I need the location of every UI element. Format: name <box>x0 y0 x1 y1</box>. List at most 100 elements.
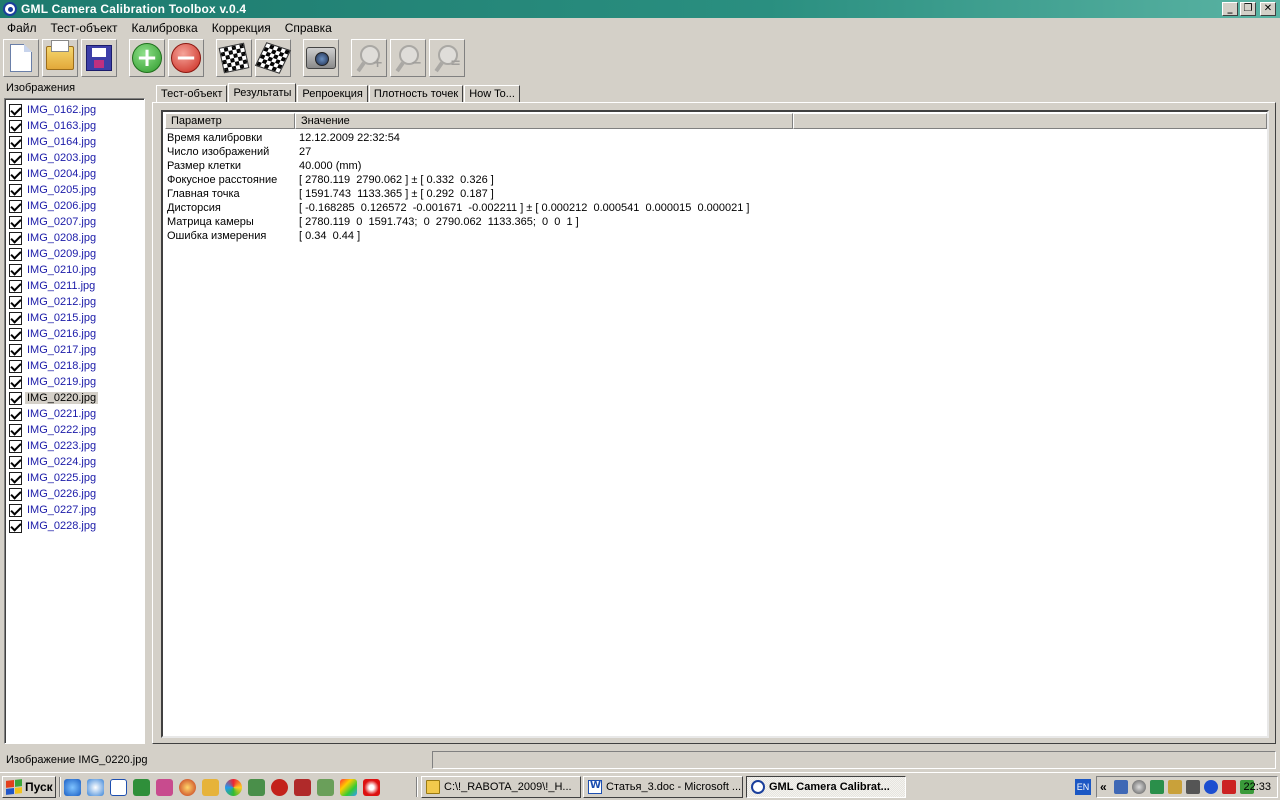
menu-help[interactable]: Справка <box>278 21 339 35</box>
list-item[interactable]: IMG_0204.jpg <box>5 166 144 182</box>
tab-2[interactable]: Репроекция <box>297 85 368 103</box>
list-item[interactable]: IMG_0211.jpg <box>5 278 144 294</box>
list-item[interactable]: IMG_0219.jpg <box>5 374 144 390</box>
monitor-tray-icon[interactable] <box>1186 780 1200 794</box>
list-item[interactable]: IMG_0164.jpg <box>5 134 144 150</box>
table-row[interactable]: Главная точка [ 1591.743 1133.365 ] ± [ 0… <box>167 187 999 201</box>
menu-calibration[interactable]: Калибровка <box>125 21 205 35</box>
network-tray-icon[interactable] <box>1114 780 1128 794</box>
list-item[interactable]: IMG_0224.jpg <box>5 454 144 470</box>
list-item[interactable]: IMG_0223.jpg <box>5 438 144 454</box>
media-icon[interactable] <box>179 779 196 796</box>
game-icon[interactable] <box>294 779 311 796</box>
image-checkbox[interactable] <box>9 391 22 405</box>
list-item[interactable]: IMG_0215.jpg <box>5 310 144 326</box>
table-row[interactable]: Число изображений 27 <box>167 145 999 159</box>
list-item[interactable]: IMG_0207.jpg <box>5 214 144 230</box>
image-checkbox[interactable] <box>9 503 22 517</box>
list-item[interactable]: IMG_0162.jpg <box>5 102 144 118</box>
taskbar-task-word[interactable]: Статья_3.doc - Microsoft ... <box>583 776 743 798</box>
image-checkbox[interactable] <box>9 167 22 181</box>
internet-explorer-icon[interactable] <box>64 779 81 796</box>
tab-3[interactable]: Плотность точек <box>368 85 464 103</box>
list-item[interactable]: IMG_0228.jpg <box>5 518 144 534</box>
image-checkbox[interactable] <box>9 183 22 197</box>
image-checkbox[interactable] <box>9 487 22 501</box>
app-eye-icon[interactable] <box>3 2 17 16</box>
image-checkbox[interactable] <box>9 103 22 117</box>
open-project-button[interactable] <box>42 39 78 77</box>
image-checkbox[interactable] <box>9 135 22 149</box>
image-checkbox[interactable] <box>9 215 22 229</box>
table-row[interactable]: Матрица камеры [ 2780.119 0 1591.743; 0 2… <box>167 215 999 229</box>
image-checkbox[interactable] <box>9 327 22 341</box>
close-button[interactable]: ✕ <box>1260 2 1276 16</box>
save-project-button[interactable] <box>81 39 117 77</box>
network-icon[interactable] <box>317 779 334 796</box>
globe-icon[interactable] <box>225 779 242 796</box>
column-header-value[interactable]: Значение <box>295 113 793 129</box>
tab-4[interactable]: How To... <box>464 85 520 103</box>
table-row[interactable]: Ошибка измерения [ 0.34 0.44 ] <box>167 229 999 243</box>
table-row[interactable]: Размер клетки 40.000 (mm) <box>167 159 999 173</box>
image-checkbox[interactable] <box>9 455 22 469</box>
image-checkbox[interactable] <box>9 423 22 437</box>
image-checkbox[interactable] <box>9 279 22 293</box>
splash-icon[interactable] <box>363 779 380 796</box>
calibrate-pattern-button[interactable] <box>254 39 292 77</box>
image-checkbox[interactable] <box>9 343 22 357</box>
tool-tray-icon[interactable] <box>1168 780 1182 794</box>
app-icon[interactable] <box>248 779 265 796</box>
list-item[interactable]: IMG_0227.jpg <box>5 502 144 518</box>
table-row[interactable]: Дисторсия [ -0.168285 0.126572 -0.001671 … <box>167 201 999 215</box>
table-row[interactable]: Фокусное расстояние [ 2780.119 2790.062 ]… <box>167 173 999 187</box>
tools-icon[interactable] <box>202 779 219 796</box>
menu-test-object[interactable]: Тест-объект <box>44 21 125 35</box>
detect-pattern-button[interactable] <box>216 39 252 77</box>
image-checkbox[interactable] <box>9 519 22 533</box>
zoom-fit-button[interactable]: = <box>429 39 465 77</box>
restore-button[interactable]: ❐ <box>1240 2 1256 16</box>
tab-0[interactable]: Тест-объект <box>156 85 228 103</box>
column-header-param[interactable]: Параметр <box>165 113 295 129</box>
taskbar-task-gml[interactable]: GML Camera Calibrat... <box>746 776 906 798</box>
list-item[interactable]: IMG_0203.jpg <box>5 150 144 166</box>
list-item[interactable]: IMG_0210.jpg <box>5 262 144 278</box>
image-checkbox[interactable] <box>9 247 22 261</box>
paint-icon[interactable] <box>340 779 357 796</box>
image-checkbox[interactable] <box>9 471 22 485</box>
list-item[interactable]: IMG_0222.jpg <box>5 422 144 438</box>
list-item[interactable]: IMG_0217.jpg <box>5 342 144 358</box>
menu-correction[interactable]: Коррекция <box>205 21 278 35</box>
language-indicator[interactable]: EN <box>1075 779 1091 795</box>
shield-tray-icon[interactable] <box>1150 780 1164 794</box>
list-item[interactable]: IMG_0208.jpg <box>5 230 144 246</box>
add-images-button[interactable]: + <box>129 39 165 77</box>
list-item[interactable]: IMG_0226.jpg <box>5 486 144 502</box>
list-item[interactable]: IMG_0163.jpg <box>5 118 144 134</box>
image-checkbox[interactable] <box>9 359 22 373</box>
list-item[interactable]: IMG_0221.jpg <box>5 406 144 422</box>
remove-images-button[interactable]: − <box>168 39 204 77</box>
list-item[interactable]: IMG_0212.jpg <box>5 294 144 310</box>
taskbar-task-folder[interactable]: C:\!_RABOTA_2009\!_H... <box>421 776 581 798</box>
table-row[interactable]: Время калибровки 12.12.2009 22:32:54 <box>167 131 999 145</box>
antivirus-tray-icon[interactable] <box>1132 780 1146 794</box>
image-checkbox[interactable] <box>9 151 22 165</box>
image-checkbox[interactable] <box>9 295 22 309</box>
image-checkbox[interactable] <box>9 119 22 133</box>
image-checkbox[interactable] <box>9 311 22 325</box>
image-checkbox[interactable] <box>9 375 22 389</box>
list-item[interactable]: IMG_0216.jpg <box>5 326 144 342</box>
list-item[interactable]: IMG_0206.jpg <box>5 198 144 214</box>
image-checkbox[interactable] <box>9 263 22 277</box>
bug-icon[interactable] <box>271 779 288 796</box>
menu-file[interactable]: Файл <box>0 21 44 35</box>
excel-icon[interactable] <box>133 779 150 796</box>
zoom-in-button[interactable]: + <box>351 39 387 77</box>
start-button[interactable]: Пуск <box>2 776 56 798</box>
browser-icon[interactable] <box>87 779 104 796</box>
image-list[interactable]: IMG_0162.jpg IMG_0163.jpg IMG_0164.jpg IMG_… <box>4 98 145 744</box>
tab-1[interactable]: Результаты <box>228 83 297 103</box>
new-project-button[interactable] <box>3 39 39 77</box>
